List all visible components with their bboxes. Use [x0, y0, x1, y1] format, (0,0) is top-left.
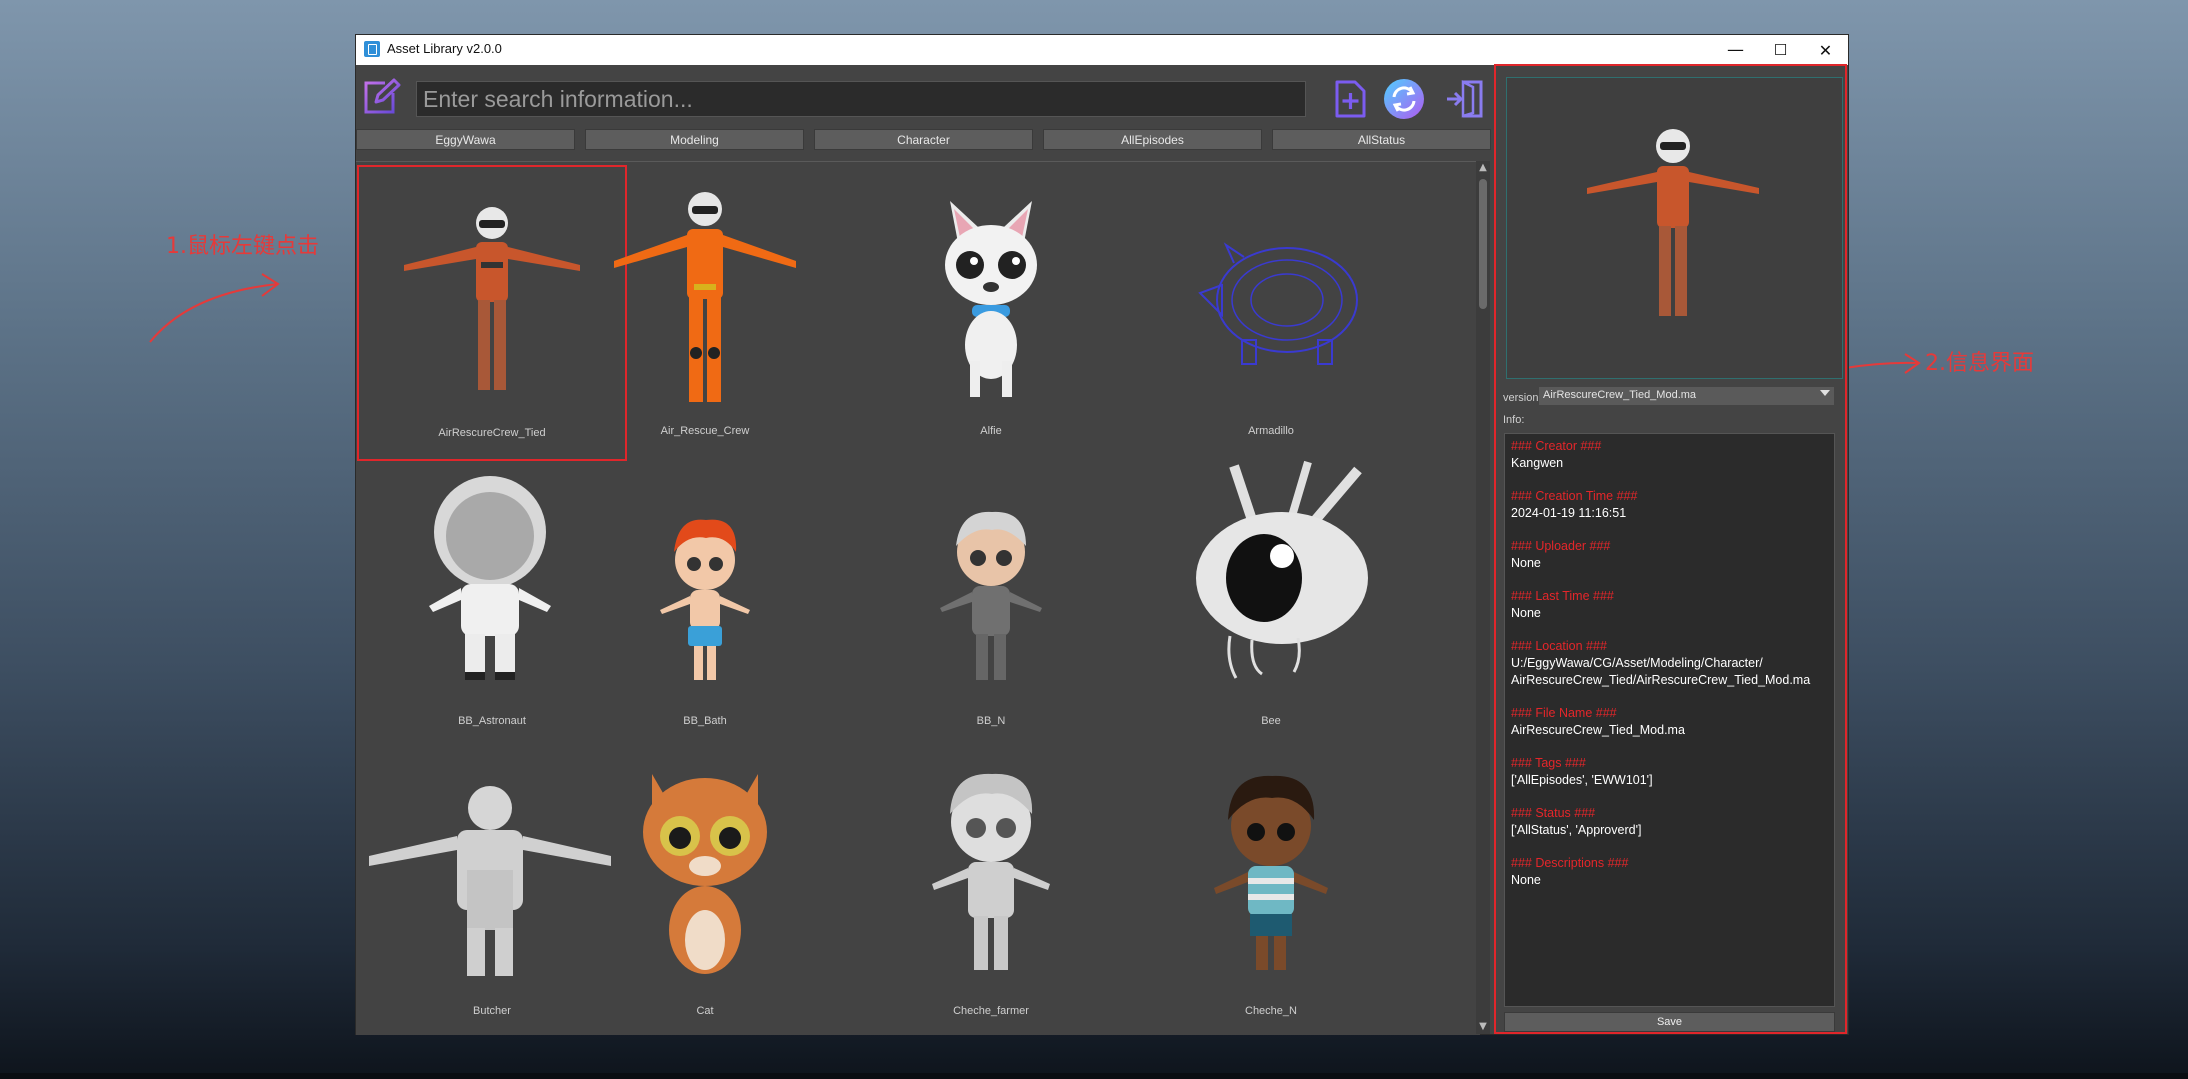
asset-label: Air_Rescue_Crew — [660, 425, 750, 437]
grid-scrollbar[interactable]: ▲ ▼ — [1476, 161, 1490, 1034]
desktop-bottom-strip — [0, 1073, 2188, 1079]
scroll-up-icon[interactable]: ▲ — [1476, 161, 1490, 175]
asset-library-window: Asset Library v2.0.0 — ☐ ✕ EggyWawa Mode… — [355, 34, 1849, 1035]
annotation-step2: 2.信息界面 — [1925, 351, 2034, 376]
asset-grid: AirRescureCrew_Tied Air_Rescue_Crew Alfi… — [356, 161, 1480, 1035]
info-textbox[interactable]: ### Creator ### Kangwen ### Creation Tim… — [1504, 433, 1835, 1007]
title-bar[interactable]: Asset Library v2.0.0 — ☐ ✕ — [356, 35, 1848, 65]
asset-thumbnail — [945, 201, 1037, 397]
info-value-creation-time: 2024-01-19 11:16:51 — [1511, 506, 1627, 520]
info-value-file-name: AirRescureCrew_Tied_Mod.ma — [1511, 723, 1685, 737]
minimize-button[interactable]: — — [1713, 35, 1758, 65]
version-label: version: — [1503, 392, 1542, 404]
close-button[interactable]: ✕ — [1803, 35, 1848, 65]
filter-stage[interactable]: Modeling — [585, 129, 804, 150]
info-heading-tags: ### Tags ### — [1511, 756, 1586, 770]
asset-label: BB_N — [976, 715, 1006, 727]
info-value-descriptions: None — [1511, 873, 1541, 887]
asset-label: Bee — [1261, 715, 1281, 727]
version-value: AirRescureCrew_Tied_Mod.ma — [1543, 389, 1697, 401]
info-value-creator: Kangwen — [1511, 456, 1564, 470]
info-label: Info: — [1503, 414, 1525, 426]
window-title: Asset Library v2.0.0 — [387, 41, 502, 56]
info-value-uploader: None — [1511, 556, 1541, 570]
filter-project[interactable]: EggyWawa — [356, 129, 575, 150]
asset-card-bee[interactable]: Bee — [1122, 460, 1420, 756]
asset-card-bb-n[interactable]: BB_N — [842, 460, 1140, 756]
app-icon — [364, 41, 380, 57]
asset-thumbnail — [1198, 242, 1358, 365]
info-panel: version: AirRescureCrew_Tied_Mod.ma Info… — [1497, 67, 1848, 1034]
annotation-arrow-1 — [149, 273, 280, 343]
exit-icon[interactable] — [1445, 78, 1487, 120]
info-heading-uploader: ### Uploader ### — [1511, 539, 1611, 553]
info-heading-last-time: ### Last Time ### — [1511, 589, 1614, 603]
save-button[interactable]: Save — [1504, 1012, 1835, 1032]
asset-card-cat[interactable]: Cat — [556, 750, 854, 1035]
asset-label: BB_Bath — [683, 715, 727, 727]
filter-status[interactable]: AllStatus — [1272, 129, 1491, 150]
asset-label: Cat — [696, 1005, 714, 1017]
scroll-down-icon[interactable]: ▼ — [1476, 1020, 1490, 1034]
info-value-last-time: None — [1511, 606, 1541, 620]
chevron-down-icon[interactable] — [1820, 390, 1830, 396]
asset-thumbnail — [932, 773, 1050, 970]
scroll-thumb[interactable] — [1479, 179, 1487, 309]
asset-card-bb-bath[interactable]: BB_Bath — [556, 460, 854, 756]
filter-episodes[interactable]: AllEpisodes — [1043, 129, 1262, 150]
asset-thumbnail — [660, 519, 750, 680]
info-heading-creator: ### Creator ### — [1511, 439, 1602, 453]
asset-card-air-rescue-crew[interactable]: Air_Rescue_Crew — [556, 165, 854, 461]
add-file-icon[interactable] — [1329, 78, 1371, 120]
edit-icon[interactable] — [359, 76, 401, 118]
info-value-location-line2: AirRescureCrew_Tied/AirRescureCrew_Tied_… — [1511, 673, 1811, 687]
annotation-step1: 1.鼠标左键点击 — [166, 234, 319, 259]
preview-image — [1587, 129, 1759, 316]
asset-preview — [1506, 77, 1843, 379]
asset-card-cheche-n[interactable]: Cheche_N — [1122, 750, 1420, 1035]
version-select[interactable]: AirRescureCrew_Tied_Mod.ma — [1539, 387, 1834, 405]
maximize-button[interactable]: ☐ — [1758, 35, 1803, 65]
info-heading-location: ### Location ### — [1511, 639, 1607, 653]
asset-thumbnail — [1214, 775, 1328, 970]
asset-thumbnail — [940, 511, 1042, 680]
refresh-icon[interactable] — [1383, 78, 1425, 120]
info-heading-creation-time: ### Creation Time ### — [1511, 489, 1638, 503]
info-value-location-line1: U:/EggyWawa/CG/Asset/Modeling/Character/ — [1511, 656, 1763, 670]
info-heading-status: ### Status ### — [1511, 806, 1596, 820]
annotation-arrow-2 — [1844, 353, 1921, 374]
asset-label: Alfie — [980, 425, 1002, 437]
asset-card-alfie[interactable]: Alfie — [842, 165, 1140, 461]
asset-thumbnail — [1196, 460, 1368, 679]
info-value-tags: ['AllEpisodes', 'EWW101'] — [1511, 773, 1653, 787]
info-value-status: ['AllStatus', 'Approverd'] — [1511, 823, 1642, 837]
asset-card-armadillo[interactable]: Armadillo — [1122, 165, 1420, 461]
asset-label: Cheche_N — [1245, 1005, 1297, 1017]
asset-thumbnail — [643, 774, 767, 974]
asset-label: Cheche_farmer — [953, 1005, 1029, 1017]
asset-label: Armadillo — [1248, 425, 1294, 437]
asset-thumbnail — [614, 192, 796, 402]
info-heading-file-name: ### File Name ### — [1511, 706, 1617, 720]
asset-card-cheche-farmer[interactable]: Cheche_farmer — [842, 750, 1140, 1035]
filter-type[interactable]: Character — [814, 129, 1033, 150]
search-input[interactable] — [416, 81, 1306, 117]
info-heading-descriptions: ### Descriptions ### — [1511, 856, 1629, 870]
